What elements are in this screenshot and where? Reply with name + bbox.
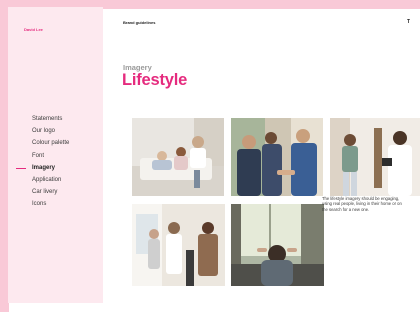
relaxing-at-window-photo (231, 204, 324, 286)
nav-item-our-logo[interactable]: Our logo (32, 125, 69, 137)
corner-mark: T (407, 19, 411, 25)
imagery-caption: The lifestyle imagery should be engaging… (322, 196, 402, 212)
tablet-conversation-photo (330, 118, 420, 196)
page-title: Lifestyle (122, 71, 188, 89)
sidebar-nav: Statements Our logo Colour palette Font … (15, 113, 69, 211)
family-on-sofa-photo (132, 118, 224, 196)
nav-item-colour-palette[interactable]: Colour palette (32, 137, 69, 149)
document-title: Brand guidelines (123, 20, 156, 25)
nav-item-car-livery[interactable]: Car livery (32, 186, 69, 198)
brand-name[interactable]: David Lee (24, 27, 43, 32)
handshake-photo (231, 118, 323, 196)
viewing-group-photo (132, 204, 225, 286)
nav-item-application[interactable]: Application (32, 174, 69, 186)
nav-item-imagery[interactable]: Imagery (15, 162, 69, 174)
nav-item-icons[interactable]: Icons (32, 198, 69, 210)
nav-item-statements[interactable]: Statements (32, 113, 69, 125)
sidebar: David Lee Statements Our logo Colour pal… (8, 7, 103, 303)
nav-item-font[interactable]: Font (32, 150, 69, 162)
